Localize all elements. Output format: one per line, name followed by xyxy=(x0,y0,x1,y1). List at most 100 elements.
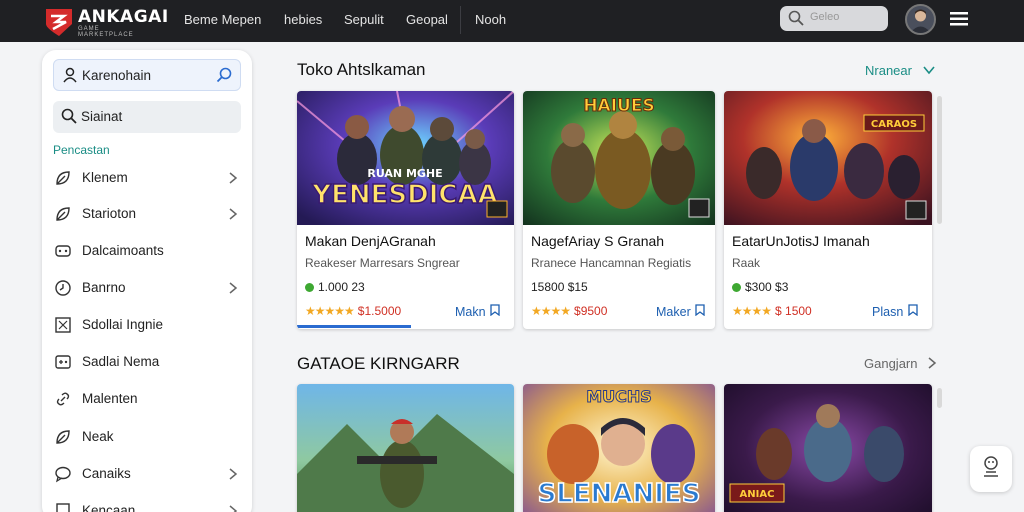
sidebar-secondary-label: Siainat xyxy=(81,109,123,124)
game-card[interactable]: RUAN MGHE YENESDICAA Makan DenjAGranah R… xyxy=(297,91,514,329)
game-price: 1.000 23 xyxy=(305,280,365,294)
game-card[interactable] xyxy=(297,384,514,512)
section-title-store: Toko Ahtslkaman xyxy=(297,60,426,79)
status-dot-icon xyxy=(732,283,741,292)
game-price: 15800 $15 xyxy=(531,280,588,294)
game-subtitle: Rranece Hancamnan Regiatis xyxy=(531,256,692,270)
cover-title-text: HAIUES xyxy=(583,96,654,116)
rating-value: $ 1500 xyxy=(775,304,812,318)
search-icon xyxy=(61,108,77,124)
chevron-right-icon xyxy=(928,357,937,369)
link-icon xyxy=(56,392,70,406)
card-action-label: Plasn xyxy=(872,305,904,319)
top-search-input[interactable]: Geleo xyxy=(780,6,888,31)
sidebar-item-canaiks[interactable]: Canaiks xyxy=(42,459,252,489)
sidebar-item-label: Malenten xyxy=(82,391,138,406)
game-price-value: $300 $3 xyxy=(745,280,789,294)
game-cover-art: RUAN MGHE YENESDICAA xyxy=(297,91,514,225)
search-icon xyxy=(788,10,804,26)
card-action-button[interactable]: Makn xyxy=(455,304,501,319)
sidebar-item-klenem[interactable]: Klenem xyxy=(42,163,252,193)
bookmark-icon xyxy=(490,304,500,317)
rating-value: $9500 xyxy=(574,304,608,318)
cover-top-text: MUCHS xyxy=(586,387,652,406)
nav-item-nooh[interactable]: Nooh xyxy=(475,12,506,27)
chevron-down-icon xyxy=(922,66,935,75)
assistant-icon xyxy=(984,456,998,477)
cover-title-text: ANIAC xyxy=(740,489,775,500)
sidebar-item-neak[interactable]: Neak xyxy=(42,422,252,452)
leaf-icon xyxy=(56,430,70,444)
gamepad-icon xyxy=(55,245,71,257)
sidebar-item-banrno[interactable]: Banrno xyxy=(42,273,252,303)
chevron-right-icon xyxy=(229,282,238,294)
game-rating: ★★★★★ $1.5000 xyxy=(305,304,401,318)
game-rating: ★★★★ $9500 xyxy=(531,304,607,318)
section-link-label: Gangjarn xyxy=(864,356,918,371)
sidebar-item-label: Neak xyxy=(82,429,114,444)
menu-icon[interactable] xyxy=(950,11,968,27)
game-card[interactable]: ANIAC xyxy=(724,384,932,512)
rating-stars: ★★★★ xyxy=(531,304,571,318)
status-dot-icon xyxy=(305,283,314,292)
card-action-label: Maker xyxy=(656,305,691,319)
nav-item-geopal[interactable]: Geopal xyxy=(406,12,448,27)
sidebar-item-malenten[interactable]: Malenten xyxy=(42,384,252,414)
brand-name: ANKAGAI xyxy=(78,7,169,27)
game-card[interactable]: HAIUES NagefAriay S Granah Rranece Hanca… xyxy=(523,91,715,329)
card-action-button[interactable]: Maker xyxy=(656,304,706,319)
sidebar: Karenohain Siainat Pencastan Klenem Star… xyxy=(42,50,252,512)
brand-logo[interactable]: ANKAGAI GAME MARKETPLACE xyxy=(44,4,168,38)
bookmark-icon xyxy=(695,304,705,317)
sidebar-item-sdollai-ingnie[interactable]: Sdollai Ingnie xyxy=(42,310,252,340)
sidebar-item-label: Canaiks xyxy=(82,466,131,481)
rating-stars: ★★★★ xyxy=(732,304,772,318)
sidebar-search-input[interactable]: Karenohain xyxy=(53,59,241,91)
help-chat-button[interactable] xyxy=(970,446,1012,492)
sidebar-item-label: Banrno xyxy=(82,280,126,295)
chevron-right-icon xyxy=(229,208,238,220)
nav-item-sepulit[interactable]: Sepulit xyxy=(344,12,384,27)
cover-top-text: RUAN MGHE xyxy=(367,167,442,180)
chevron-right-icon xyxy=(229,505,238,512)
game-card[interactable]: MUCHS SLENANIES xyxy=(523,384,715,512)
section-link-more[interactable]: Gangjarn xyxy=(864,356,937,371)
sidebar-secondary-search[interactable]: Siainat xyxy=(53,101,241,133)
game-title: NagefAriay S Granah xyxy=(531,233,665,249)
game-card[interactable]: CARAOS EatarUnJotisJ Imanah Raak $300 $3… xyxy=(724,91,932,329)
game-rating: ★★★★ $ 1500 xyxy=(732,304,812,318)
top-bar: ANKAGAI GAME MARKETPLACE Beme Mepen hebi… xyxy=(0,0,1024,42)
row-scrollbar[interactable] xyxy=(937,388,942,408)
game-price: $300 $3 xyxy=(732,280,788,294)
card-action-label: Makn xyxy=(455,305,486,319)
rating-value: $1.5000 xyxy=(357,304,402,318)
sidebar-item-sadlai-nema[interactable]: Sadlai Nema xyxy=(42,347,252,377)
card-action-button[interactable]: Plasn xyxy=(872,304,919,319)
sidebar-item-starioton[interactable]: Starioton xyxy=(42,199,252,229)
sidebar-item-label: Starioton xyxy=(82,206,137,221)
doc-icon xyxy=(56,503,70,512)
sidebar-search-label: Karenohain xyxy=(82,68,152,83)
game-cover-art: CARAOS xyxy=(724,91,932,225)
sidebar-item-label: Sdollai Ingnie xyxy=(82,317,164,332)
game-cover-art: HAIUES xyxy=(523,91,715,225)
sidebar-item-label: Dalcaimoants xyxy=(82,243,164,258)
chevron-right-icon xyxy=(229,468,238,480)
sidebar-item-kencaan[interactable]: Kencaan xyxy=(42,496,252,512)
game-title: Makan DenjAGranah xyxy=(305,233,436,249)
game-title: EatarUnJotisJ Imanah xyxy=(732,233,870,249)
sidebar-item-label: Kencaan xyxy=(82,503,136,512)
user-avatar[interactable] xyxy=(905,4,936,35)
row-scrollbar[interactable] xyxy=(937,96,942,224)
puzzle-icon xyxy=(55,317,71,333)
nav-item-home[interactable]: Beme Mepen xyxy=(184,12,261,27)
sidebar-section-heading: Pencastan xyxy=(53,143,110,157)
search-icon[interactable] xyxy=(216,67,232,83)
nav-item-hebies[interactable]: hebies xyxy=(284,12,322,27)
gamepad-icon xyxy=(55,355,71,369)
sidebar-item-dalcaimoants[interactable]: Dalcaimoants xyxy=(42,236,252,266)
game-cover-art: ANIAC xyxy=(724,384,932,512)
section-link-more[interactable]: Nranear xyxy=(865,63,936,78)
rating-stars: ★★★★★ xyxy=(305,304,355,318)
bookmark-icon xyxy=(908,304,918,317)
